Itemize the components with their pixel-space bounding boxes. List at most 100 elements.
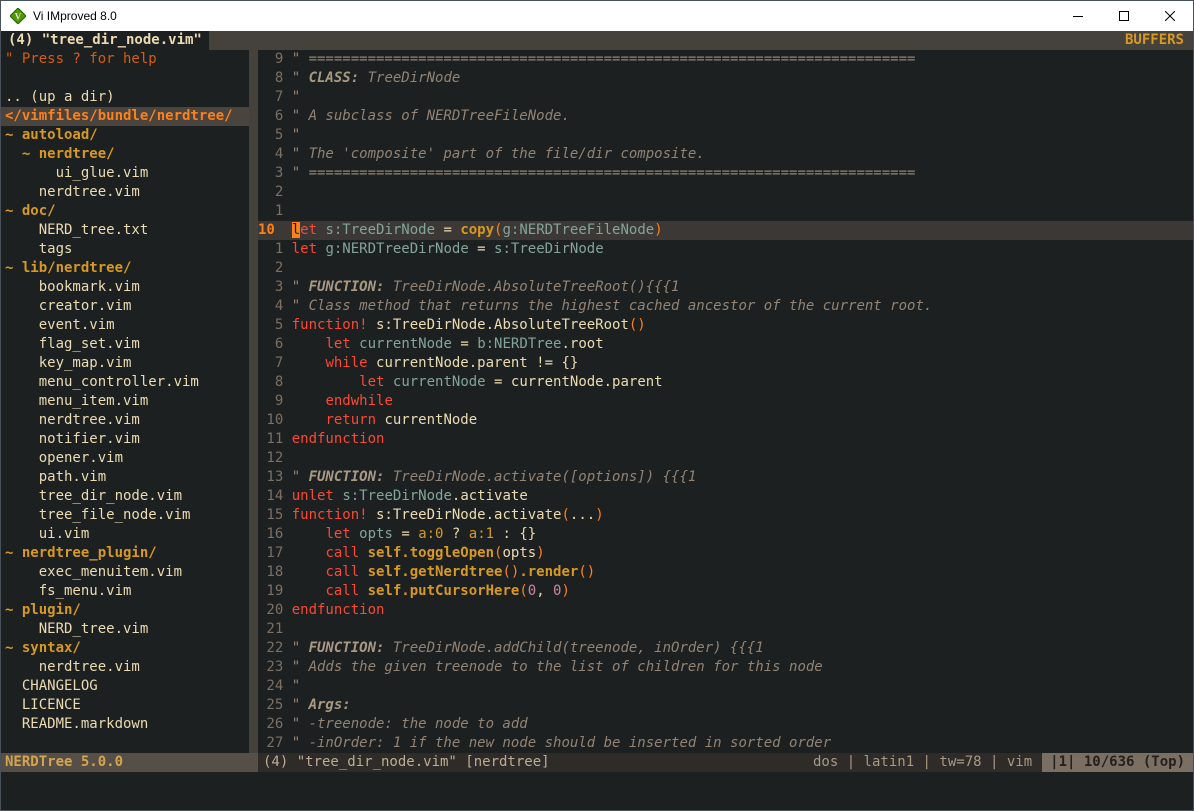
tabline: (4) "tree_dir_node.vim" BUFFERS [1,31,1193,50]
nerdtree-root[interactable]: </vimfiles/bundle/nerdtree/ [1,107,249,126]
nerdtree-file-item[interactable]: LICENCE [5,696,249,715]
code-text: call self.getNerdtree().render() [292,563,595,582]
nerdtree-file-item[interactable]: NERD_tree.vim [5,620,249,639]
editor-line[interactable]: 8 let currentNode = currentNode.parent [258,373,1193,392]
maximize-button[interactable] [1101,1,1147,31]
code-text: " [292,88,300,107]
nerdtree-file-item[interactable]: NERD_tree.txt [5,221,249,240]
editor-line[interactable]: 9 endwhile [258,392,1193,411]
nerdtree-up-dir[interactable]: .. (up a dir) [5,88,249,107]
editor-line[interactable]: 9 " ====================================… [258,50,1193,69]
code-text: endfunction [292,601,385,620]
editor-line[interactable]: 14 unlet s:TreeDirNode.activate [258,487,1193,506]
nerdtree-file-item[interactable]: notifier.vim [5,430,249,449]
code-text: let currentNode = currentNode.parent [292,373,663,392]
editor-line[interactable]: 6 let currentNode = b:NERDTree.root [258,335,1193,354]
nerdtree-file-item[interactable]: CHANGELOG [5,677,249,696]
editor-line[interactable]: 18 call self.getNerdtree().render() [258,563,1193,582]
nerdtree-file-item[interactable]: nerdtree.vim [5,658,249,677]
nerdtree-file-item[interactable]: event.vim [5,316,249,335]
nerdtree-file-item[interactable]: tree_file_node.vim [5,506,249,525]
line-number: 21 [258,620,292,639]
nerdtree-file-item[interactable]: key_map.vim [5,354,249,373]
editor-line[interactable]: 23 " Adds the given treenode to the list… [258,658,1193,677]
editor-line[interactable]: 19 call self.putCursorHere(0, 0) [258,582,1193,601]
close-button[interactable] [1147,1,1193,31]
code-text: return currentNode [292,411,477,430]
cursor-block: l [292,222,300,238]
editor-line[interactable]: 10 return currentNode [258,411,1193,430]
line-number: 23 [258,658,292,677]
editor-line[interactable]: 7 " [258,88,1193,107]
nerdtree-file-item[interactable]: nerdtree.vim [5,183,249,202]
editor-line[interactable]: 6 " A subclass of NERDTreeFileNode. [258,107,1193,126]
nerdtree-dir-item[interactable]: ~ doc/ [5,202,249,221]
code-text: " Adds the given treenode to the list of… [292,658,823,677]
editor-line[interactable]: 21 [258,620,1193,639]
line-number: 2 [258,259,292,278]
line-number: 26 [258,715,292,734]
nerdtree-dir-item[interactable]: ~ lib/nerdtree/ [5,259,249,278]
nerdtree-file-item[interactable]: ui.vim [5,525,249,544]
editor-line[interactable]: 2 [258,259,1193,278]
editor-line[interactable]: 16 let opts = a:0 ? a:1 : {} [258,525,1193,544]
nerdtree-file-item[interactable]: tree_dir_node.vim [5,487,249,506]
editor-line[interactable]: 5 function! s:TreeDirNode.AbsoluteTreeRo… [258,316,1193,335]
nerdtree-dir-item[interactable]: ~ plugin/ [5,601,249,620]
editor-line[interactable]: 3 " ====================================… [258,164,1193,183]
editor-line[interactable]: 5 " [258,126,1193,145]
window-separator[interactable] [249,50,258,753]
line-number: 17 [258,544,292,563]
nerdtree-panel: " Press ? for help .. (up a dir)</vimfil… [1,50,249,753]
editor-line[interactable]: 7 while currentNode.parent != {} [258,354,1193,373]
editor-line[interactable]: 2 [258,183,1193,202]
nerdtree-file-item[interactable]: flag_set.vim [5,335,249,354]
editor-line[interactable]: 4 " The 'composite' part of the file/dir… [258,145,1193,164]
code-text: " FUNCTION: TreeDirNode.activate([option… [292,468,697,487]
editor-line[interactable]: 20 endfunction [258,601,1193,620]
nerdtree-file-item[interactable]: nerdtree.vim [5,411,249,430]
editor-panel[interactable]: 9 " ====================================… [258,50,1193,753]
editor-line[interactable]: 8 " CLASS: TreeDirNode [258,69,1193,88]
editor-line-current[interactable]: 10 let s:TreeDirNode = copy(g:NERDTreeFi… [258,221,1193,240]
nerdtree-file-item[interactable]: path.vim [5,468,249,487]
tab-tree-dir-node[interactable]: (4) "tree_dir_node.vim" [1,31,209,50]
editor-line[interactable]: 11 endfunction [258,430,1193,449]
nerdtree-dir-item[interactable]: ~ nerdtree_plugin/ [5,544,249,563]
nerdtree-file-item[interactable]: creator.vim [5,297,249,316]
editor-line[interactable]: 27 " -inOrder: 1 if the new node should … [258,734,1193,753]
editor-line[interactable]: 25 " Args: [258,696,1193,715]
nerdtree-file-item[interactable]: README.markdown [5,715,249,734]
nerdtree-file-item[interactable]: fs_menu.vim [5,582,249,601]
editor-line[interactable]: 1 [258,202,1193,221]
editor-line[interactable]: 12 [258,449,1193,468]
line-number: 10 [258,411,292,430]
editor-line[interactable]: 1 let g:NERDTreeDirNode = s:TreeDirNode [258,240,1193,259]
nerdtree-file-item[interactable]: opener.vim [5,449,249,468]
nerdtree-file-item[interactable]: menu_item.vim [5,392,249,411]
minimize-button[interactable] [1055,1,1101,31]
editor-line[interactable]: 13 " FUNCTION: TreeDirNode.activate([opt… [258,468,1193,487]
nerdtree-dir-item[interactable]: ~ nerdtree/ [5,145,249,164]
editor-line[interactable]: 26 " -treenode: the node to add [258,715,1193,734]
nerdtree-file-item[interactable]: bookmark.vim [5,278,249,297]
code-text: " FUNCTION: TreeDirNode.addChild(treenod… [292,639,764,658]
editor-line[interactable]: 17 call self.toggleOpen(opts) [258,544,1193,563]
editor-line[interactable]: 15 function! s:TreeDirNode.activate(...) [258,506,1193,525]
line-number: 16 [258,525,292,544]
nerdtree-file-item[interactable]: ui_glue.vim [5,164,249,183]
editor-line[interactable]: 24 " [258,677,1193,696]
nerdtree-dir-item[interactable]: ~ syntax/ [5,639,249,658]
code-text: " -inOrder: 1 if the new node should be … [292,734,831,753]
line-number: 7 [258,354,292,373]
nerdtree-file-item[interactable]: tags [5,240,249,259]
editor-line[interactable]: 4 " Class method that returns the highes… [258,297,1193,316]
line-number: 8 [258,69,292,88]
editor-line[interactable]: 22 " FUNCTION: TreeDirNode.addChild(tree… [258,639,1193,658]
nerdtree-file-item[interactable]: menu_controller.vim [5,373,249,392]
nerdtree-dir-item[interactable]: ~ autoload/ [5,126,249,145]
nerdtree-file-item[interactable]: exec_menuitem.vim [5,563,249,582]
code-text: unlet s:TreeDirNode.activate [292,487,528,506]
code-text: endfunction [292,430,385,449]
editor-line[interactable]: 3 " FUNCTION: TreeDirNode.AbsoluteTreeRo… [258,278,1193,297]
